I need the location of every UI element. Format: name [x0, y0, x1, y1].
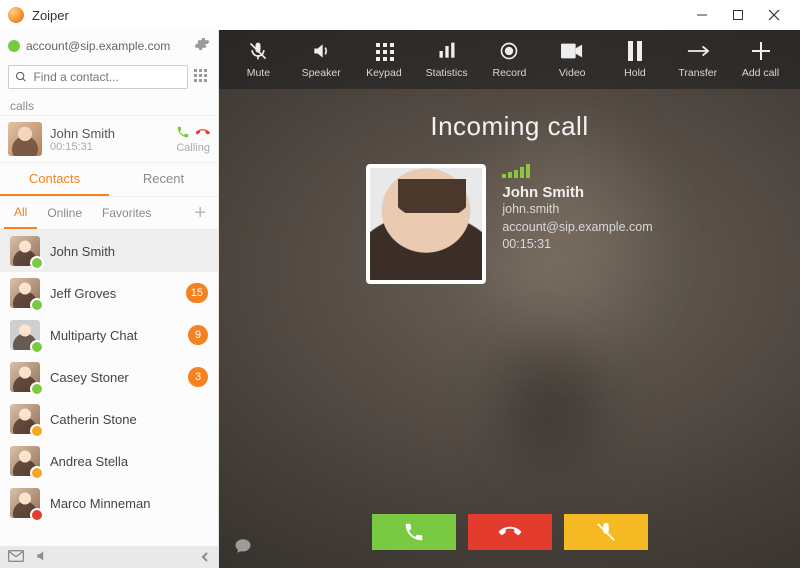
contact-row[interactable]: Jeff Groves 15: [0, 272, 218, 314]
presence-icon: [30, 298, 44, 312]
dialpad-button[interactable]: [194, 69, 210, 85]
app-title: Zoiper: [32, 8, 684, 23]
caller-account: account@sip.example.com: [502, 219, 652, 237]
settings-button[interactable]: [194, 36, 210, 55]
contact-name: Multiparty Chat: [50, 328, 178, 343]
account-label[interactable]: account@sip.example.com: [26, 39, 188, 53]
decline-button[interactable]: [468, 514, 552, 550]
app-logo-icon: [8, 7, 24, 23]
speaker-button[interactable]: Speaker: [292, 40, 350, 79]
window-minimize-button[interactable]: [684, 1, 720, 29]
chat-button[interactable]: [229, 532, 257, 560]
contact-avatar: [10, 446, 40, 476]
keypad-button[interactable]: Keypad: [355, 40, 413, 79]
video-button[interactable]: Video: [543, 40, 601, 79]
answer-button[interactable]: [372, 514, 456, 550]
presence-icon: [30, 424, 44, 438]
unread-badge: 15: [186, 283, 208, 303]
filter-tabs: All Online Favorites +: [0, 197, 218, 230]
window-maximize-button[interactable]: [720, 1, 756, 29]
presence-icon: [30, 508, 44, 522]
contact-name: Casey Stoner: [50, 370, 178, 385]
active-call-name: John Smith: [50, 126, 168, 141]
window-close-button[interactable]: [756, 1, 792, 29]
mute-button[interactable]: Mute: [229, 40, 287, 79]
presence-icon: [30, 340, 44, 354]
caller-photo: [366, 164, 486, 284]
account-status-icon: [8, 40, 20, 52]
contact-avatar: [10, 320, 40, 350]
primary-tabs: Contacts Recent: [0, 163, 218, 197]
messages-icon[interactable]: [8, 550, 24, 565]
contact-row[interactable]: Catherin Stone: [0, 398, 218, 440]
contact-name: Jeff Groves: [50, 286, 176, 301]
tab-recent[interactable]: Recent: [109, 163, 218, 196]
contact-name: Catherin Stone: [50, 412, 208, 427]
tab-contacts[interactable]: Contacts: [0, 163, 109, 196]
caller-card: John Smith john.smith account@sip.exampl…: [366, 164, 652, 284]
search-icon: [15, 70, 27, 84]
contact-row[interactable]: Marco Minneman: [0, 482, 218, 524]
contact-avatar: [10, 236, 40, 266]
call-toolbar: Mute Speaker Keypad Statistics Record Vi…: [219, 30, 800, 89]
speaker-icon[interactable]: [34, 549, 50, 566]
contact-avatar: [10, 278, 40, 308]
contact-name: Marco Minneman: [50, 496, 208, 511]
answer-row: [219, 514, 800, 568]
caller-time: 00:15:31: [502, 236, 652, 254]
contact-avatar: [10, 362, 40, 392]
contact-row[interactable]: John Smith: [0, 230, 218, 272]
hangup-mini-icon[interactable]: [196, 125, 210, 142]
active-call-avatar: [8, 122, 42, 156]
tab-all[interactable]: All: [4, 197, 37, 229]
sidebar: account@sip.example.com calls John Smith…: [0, 30, 219, 568]
active-call-time: 00:15:31: [50, 141, 168, 153]
sidebar-bottombar: [0, 546, 218, 568]
search-box[interactable]: [8, 65, 188, 89]
add-call-button[interactable]: Add call: [732, 40, 790, 79]
contact-row[interactable]: Multiparty Chat 9: [0, 314, 218, 356]
unread-badge: 9: [188, 325, 208, 345]
contact-avatar: [10, 404, 40, 434]
silence-button[interactable]: [564, 514, 648, 550]
active-call-status: Calling: [176, 142, 210, 154]
contact-name: John Smith: [50, 244, 208, 259]
caller-name: John Smith: [502, 184, 652, 201]
call-area: Mute Speaker Keypad Statistics Record Vi…: [219, 30, 800, 568]
calls-section-label: calls: [0, 93, 218, 115]
unread-badge: 3: [188, 367, 208, 387]
answer-mini-icon[interactable]: [176, 125, 190, 142]
record-button[interactable]: Record: [480, 40, 538, 79]
contact-row[interactable]: Casey Stoner 3: [0, 356, 218, 398]
add-contact-button[interactable]: +: [186, 203, 214, 223]
contact-row[interactable]: Andrea Stella: [0, 440, 218, 482]
presence-icon: [30, 256, 44, 270]
presence-icon: [30, 466, 44, 480]
contact-name: Andrea Stella: [50, 454, 208, 469]
active-call-card[interactable]: John Smith 00:15:31 Calling: [0, 115, 218, 163]
contact-list: John Smith Jeff Groves 15 Multiparty Chat 9 C…: [0, 230, 218, 546]
tab-online[interactable]: Online: [37, 198, 92, 228]
presence-icon: [30, 382, 44, 396]
hold-button[interactable]: Hold: [606, 40, 664, 79]
incoming-call-title: Incoming call: [219, 111, 800, 142]
collapse-icon[interactable]: [200, 550, 210, 565]
search-input[interactable]: [33, 70, 181, 84]
transfer-button[interactable]: Transfer: [669, 40, 727, 79]
titlebar: Zoiper: [0, 0, 800, 30]
caller-user: john.smith: [502, 201, 652, 219]
tab-favorites[interactable]: Favorites: [92, 198, 161, 228]
statistics-button[interactable]: Statistics: [418, 40, 476, 79]
signal-bars-icon: [502, 164, 652, 178]
contact-avatar: [10, 488, 40, 518]
